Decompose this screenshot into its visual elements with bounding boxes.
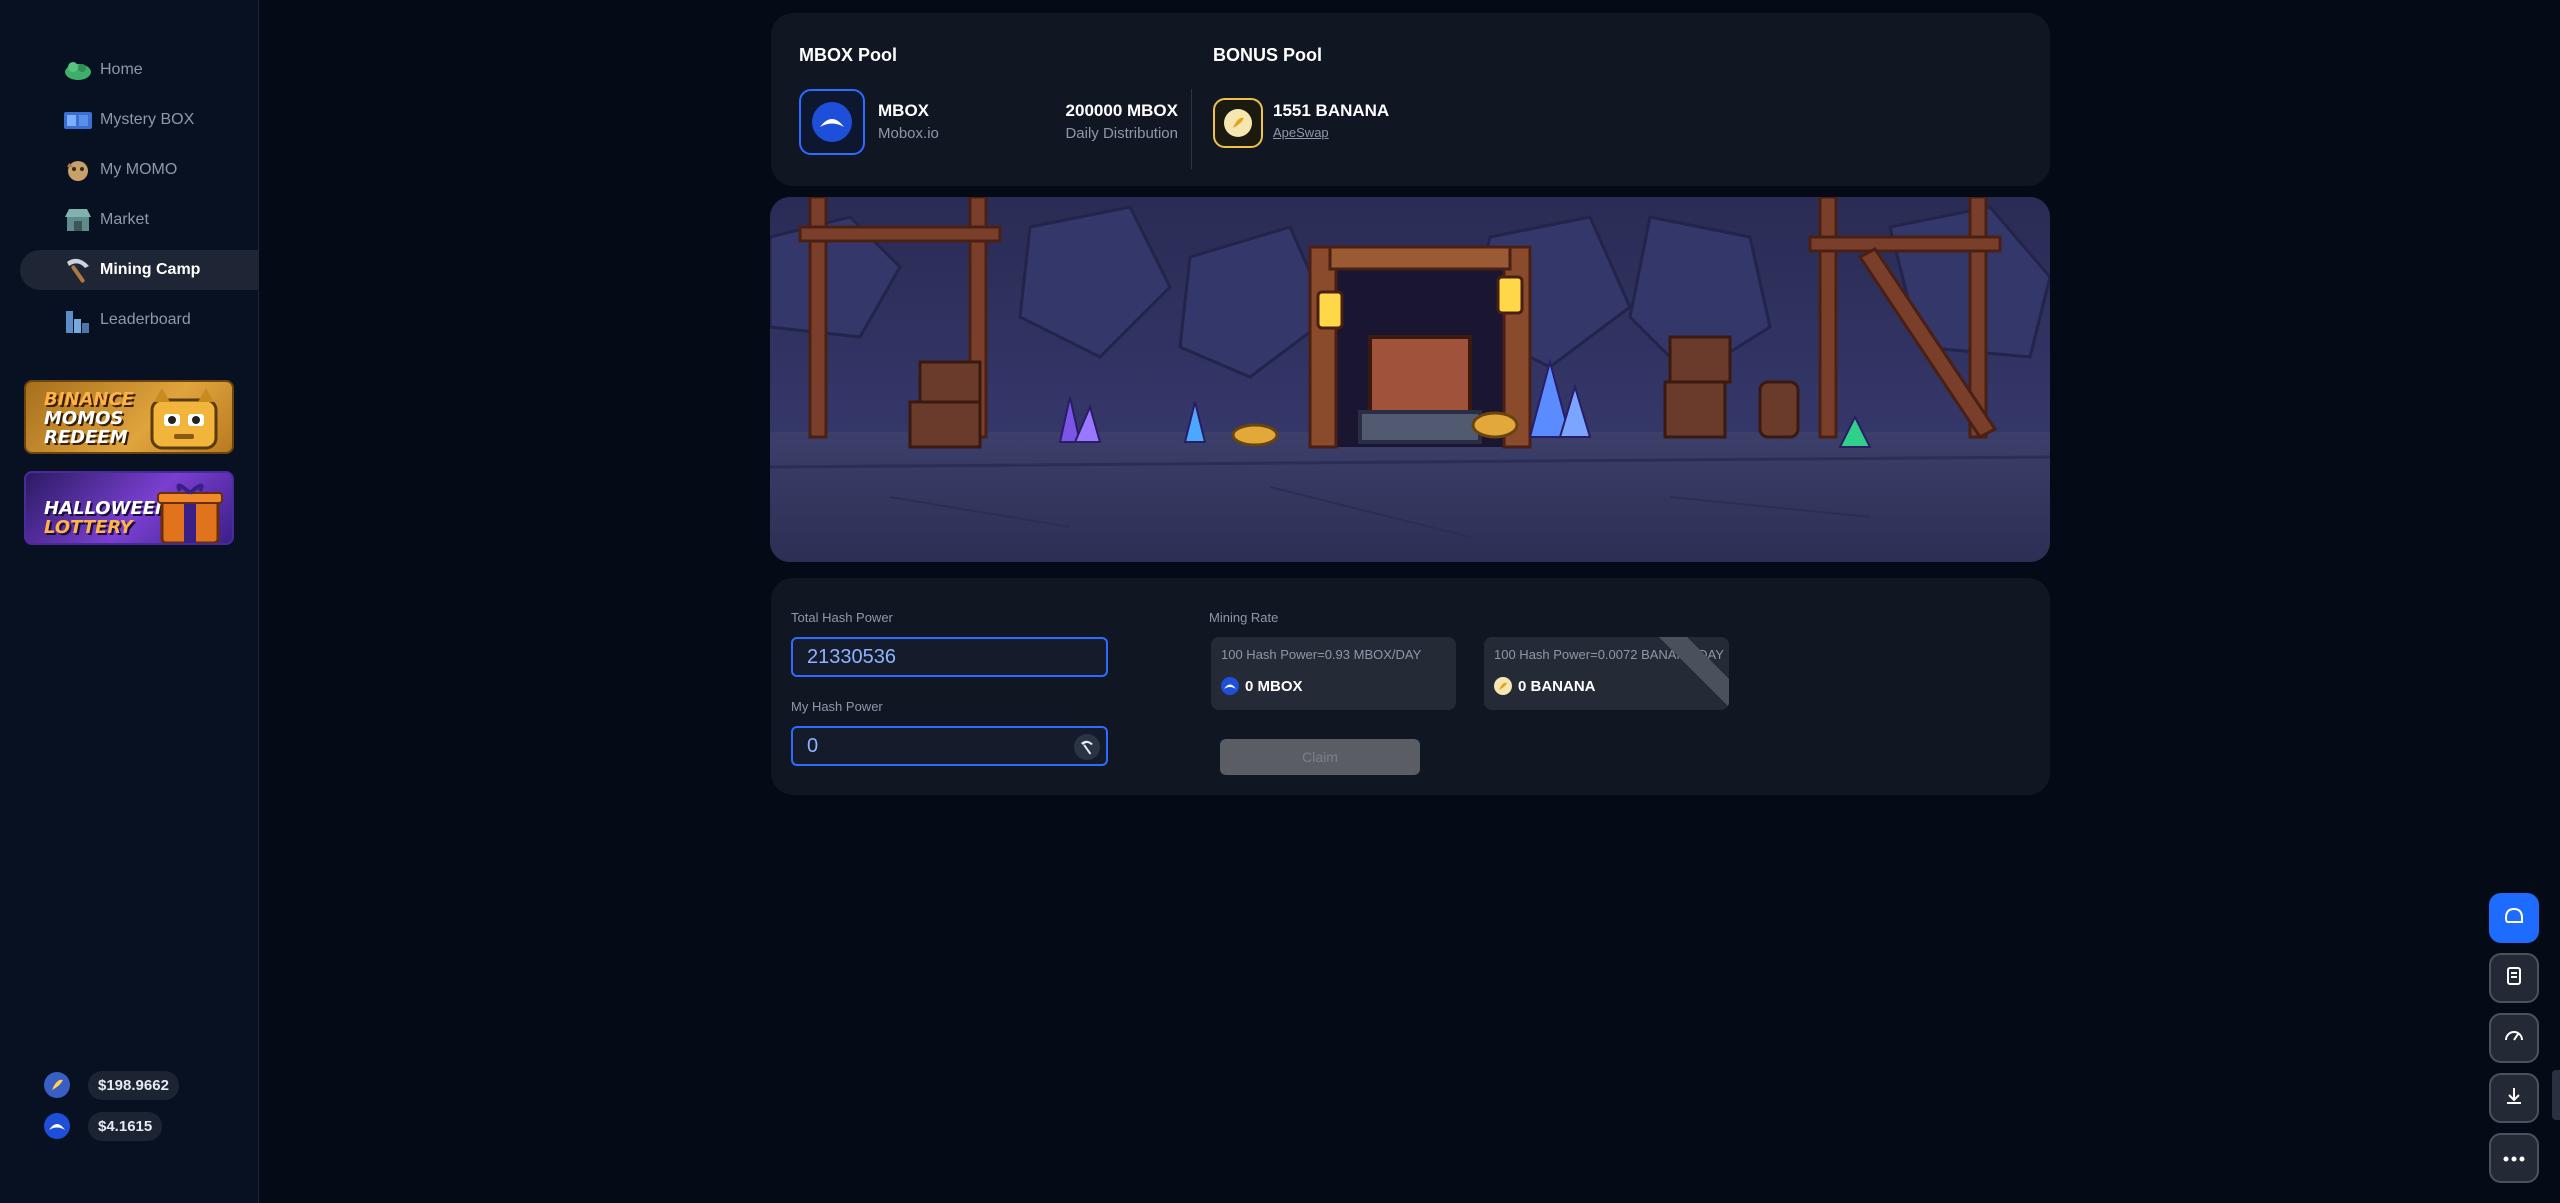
mbox-token-site: Mobox.io [878, 125, 939, 142]
total-hash-power-value: 21330536 [807, 645, 896, 668]
banana-mined-amount: 0 BANANA [1494, 677, 1596, 695]
mbox-amount-text: 0 MBOX [1245, 677, 1303, 695]
market-icon [62, 206, 94, 234]
balance-value: $198.9662 [88, 1070, 179, 1100]
banana-coin-icon [44, 1072, 70, 1098]
momo-icon [62, 156, 94, 184]
sidebar-nav: Home Mystery BOX My MOMO Market Mining C… [20, 50, 259, 350]
pool-card: MBOX Pool BONUS Pool MBOX Mobox.io 20000… [771, 13, 2050, 186]
speed-button[interactable] [2489, 1013, 2539, 1063]
total-hash-power-label: Total Hash Power [791, 610, 893, 625]
document-button[interactable] [2489, 953, 2539, 1003]
my-hash-power-value: 0 [807, 734, 819, 757]
balance-value: $4.1615 [88, 1111, 163, 1141]
download-icon [2503, 1085, 2525, 1112]
side-drawer-handle[interactable] [2552, 1070, 2560, 1120]
sidebar-item-mining-camp[interactable]: Mining Camp [20, 250, 259, 290]
pickaxe-action-icon[interactable] [1074, 734, 1100, 760]
total-hash-power-field: 21330536 [791, 637, 1108, 677]
mine-illustration [770, 197, 2050, 562]
claim-button[interactable]: Claim [1220, 739, 1420, 775]
sidebar-item-leaderboard[interactable]: Leaderboard [20, 300, 259, 340]
gift-box-icon [157, 483, 223, 543]
wallet-balances: $198.9662 $4.1615 [44, 1070, 179, 1153]
hash-power-card: Total Hash Power 21330536 My Hash Power … [771, 578, 2050, 795]
document-icon [2503, 965, 2525, 992]
sidebar-item-label: Home [100, 61, 143, 78]
my-hash-power-field: 0 [791, 726, 1108, 766]
mining-camp-banner [770, 197, 2050, 562]
mbox-rate-text: 100 Hash Power=0.93 MBOX/DAY [1221, 647, 1422, 662]
gauge-icon [2503, 1025, 2525, 1052]
sidebar-item-mystery-box[interactable]: Mystery BOX [20, 100, 259, 140]
mystery-box-icon [62, 106, 94, 134]
mbox-token-name: MBOX [878, 101, 929, 120]
sidebar-item-label: Mystery BOX [100, 111, 195, 128]
my-hash-power-label: My Hash Power [791, 699, 883, 714]
leaderboard-icon [62, 306, 94, 334]
mbox-rate-box: 100 Hash Power=0.93 MBOX/DAY 0 MBOX [1211, 637, 1456, 710]
pickaxe-icon [62, 256, 94, 284]
mbox-coin-icon [44, 1113, 70, 1139]
sidebar: Home Mystery BOX My MOMO Market Mining C… [0, 0, 259, 1203]
balance-row[interactable]: $4.1615 [44, 1111, 179, 1141]
apeswap-link[interactable]: ApeSwap [1273, 125, 1329, 140]
bonus-pool-amount: 1551 BANANA [1273, 101, 1390, 120]
daily-distribution-label: Daily Distribution [1065, 125, 1178, 142]
download-button[interactable] [2489, 1073, 2539, 1123]
balance-row[interactable]: $198.9662 [44, 1070, 179, 1100]
mining-rate-label: Mining Rate [1209, 610, 1279, 625]
banana-rate-box: 100 Hash Power=0.0072 BANANA/DAY 0 BANAN… [1484, 637, 1729, 710]
more-dots-icon [2503, 1149, 2525, 1167]
banana-logo-icon [1224, 109, 1252, 137]
sidebar-item-market[interactable]: Market [20, 200, 259, 240]
sidebar-item-label: Leaderboard [100, 311, 191, 328]
more-button[interactable] [2489, 1133, 2539, 1183]
sidebar-item-label: My MOMO [100, 161, 178, 178]
sidebar-item-home[interactable]: Home [20, 50, 259, 90]
mbox-mined-amount: 0 MBOX [1221, 677, 1303, 695]
home-icon [62, 56, 94, 84]
chat-icon [2502, 904, 2526, 933]
mbox-token-logo [799, 89, 865, 155]
daily-distribution-amount: 200000 MBOX [1065, 101, 1178, 120]
mbox-logo-icon [812, 102, 852, 142]
promo-text: HALLOWEEN LOTTERY [44, 498, 171, 538]
banana-coin-icon [1494, 677, 1512, 695]
banana-token-logo [1213, 98, 1263, 148]
banana-amount-text: 0 BANANA [1518, 677, 1596, 695]
sidebar-item-label: Mining Camp [100, 261, 201, 278]
bonus-pool-title: BONUS Pool [1213, 45, 1323, 65]
sidebar-item-label: Market [100, 211, 149, 228]
chat-support-button[interactable] [2489, 893, 2539, 943]
mbox-pool-title: MBOX Pool [799, 45, 897, 65]
mbox-coin-icon [1221, 677, 1239, 695]
pool-divider [1191, 89, 1192, 169]
halloween-lottery-banner[interactable]: HALLOWEEN LOTTERY [24, 471, 234, 545]
binance-momos-redeem-banner[interactable]: BINANCE MOMOS REDEEM [24, 380, 234, 454]
sidebar-item-my-momo[interactable]: My MOMO [20, 150, 259, 190]
momo-mascot-icon [150, 388, 218, 450]
